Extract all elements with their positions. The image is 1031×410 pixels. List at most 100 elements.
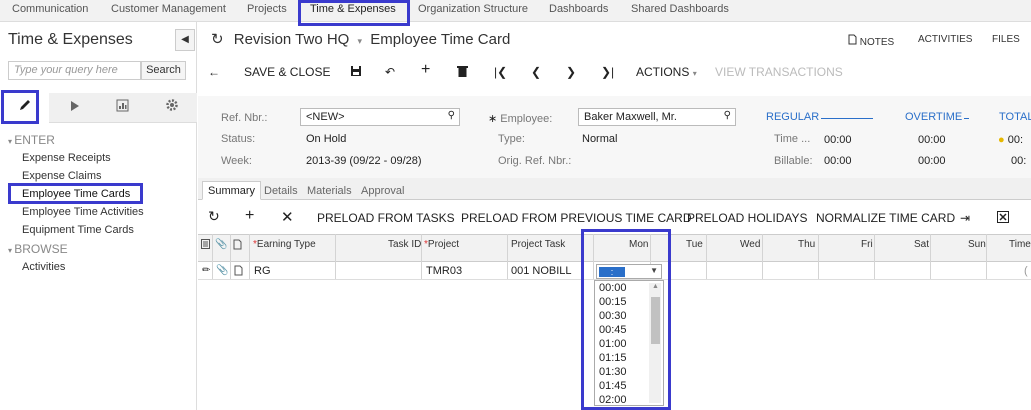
cell-time[interactable]: (: [1024, 265, 1028, 277]
tab-approval[interactable]: Approval: [355, 181, 410, 200]
activities-link[interactable]: ACTIVITIES: [918, 34, 972, 45]
ref-nbr-field[interactable]: <NEW> ⚲: [300, 108, 460, 126]
nav-tab-organization-structure[interactable]: Organization Structure: [418, 3, 528, 15]
col-fri[interactable]: Fri: [861, 239, 873, 250]
add-icon[interactable]: +: [421, 61, 430, 79]
overtime-time-value: 00:00: [918, 134, 946, 146]
delete-icon[interactable]: [457, 65, 468, 80]
actions-menu[interactable]: ACTIONS ▾: [636, 65, 697, 79]
first-record-icon[interactable]: |❮: [494, 65, 507, 79]
col-sat[interactable]: Sat: [914, 239, 929, 250]
form-header: Ref. Nbr.: <NEW> ⚲ Status: On Hold Week:…: [198, 96, 1031, 178]
highlight-box-time-expenses-tab: [298, 0, 410, 26]
sidebar: Time & Expenses ◀ Type your query here S…: [0, 22, 197, 410]
chevron-down-icon[interactable]: ▾: [358, 36, 363, 46]
highlight-box-edit-tab: [1, 90, 39, 124]
preload-from-tasks-button[interactable]: PRELOAD FROM TASKS: [317, 211, 455, 225]
sidebar-search-button[interactable]: Search: [141, 61, 186, 80]
col-wed[interactable]: Wed: [740, 239, 760, 250]
search-icon[interactable]: ⚲: [724, 110, 731, 121]
sidebar-title: Time & Expenses: [8, 31, 133, 48]
col-project-task[interactable]: Project Task: [511, 239, 565, 250]
search-icon[interactable]: ⚲: [448, 110, 455, 121]
ref-nbr-label: Ref. Nbr.:: [221, 112, 268, 124]
cell-earning-type[interactable]: RG: [254, 265, 271, 277]
week-label: Week:: [221, 155, 252, 167]
warning-icon: ●: [998, 134, 1005, 146]
normalize-time-card-button[interactable]: NORMALIZE TIME CARD: [816, 211, 955, 225]
last-record-icon[interactable]: ❯|: [601, 65, 614, 79]
status-value: On Hold: [306, 133, 347, 145]
total-time-value: ● 00:: [998, 134, 1024, 146]
fit-columns-icon[interactable]: ⇥: [960, 211, 970, 225]
add-row-icon[interactable]: +: [245, 207, 254, 225]
total-heading: TOTAL: [999, 111, 1031, 123]
collapse-sidebar-icon[interactable]: ◀: [175, 29, 195, 51]
regular-heading-rule: [821, 118, 873, 119]
gear-icon[interactable]: [147, 93, 196, 123]
preload-holidays-button[interactable]: PRELOAD HOLIDAYS: [687, 211, 807, 225]
tab-materials[interactable]: Materials: [301, 181, 358, 200]
overtime-heading-rule: [964, 118, 969, 119]
refresh-grid-icon[interactable]: ↻: [208, 208, 220, 225]
total-billable-value: 00:: [1011, 155, 1027, 167]
delete-row-icon[interactable]: ✕: [281, 208, 294, 226]
form-tabs: Summary Details Materials Approval: [198, 178, 1031, 200]
regular-heading: REGULAR: [766, 111, 820, 123]
save-icon[interactable]: [350, 65, 362, 80]
overtime-billable-value: 00:00: [918, 155, 946, 167]
files-link[interactable]: FILES: [992, 34, 1020, 45]
orig-ref-nbr-label: Orig. Ref. Nbr.:: [498, 155, 572, 167]
type-label: Type:: [498, 133, 525, 145]
col-earning-type[interactable]: *Earning Type: [253, 239, 316, 250]
next-record-icon[interactable]: ❯: [566, 65, 576, 79]
nav-tab-projects[interactable]: Projects: [247, 3, 287, 15]
save-close-button[interactable]: SAVE & CLOSE: [244, 65, 330, 79]
nav-tab-communication[interactable]: Communication: [12, 3, 88, 15]
nav-tab-dashboards[interactable]: Dashboards: [549, 3, 608, 15]
export-excel-icon[interactable]: [997, 211, 1009, 226]
cell-project[interactable]: TMR03: [426, 265, 462, 277]
nav-tab-customer-management[interactable]: Customer Management: [111, 3, 226, 15]
billable-label: Billable:: [774, 155, 813, 167]
preload-from-previous-button[interactable]: PRELOAD FROM PREVIOUS TIME CARD: [461, 211, 691, 225]
company-selector[interactable]: Revision Two HQ: [234, 31, 350, 48]
time-label: Time ...: [774, 133, 811, 145]
row-attachment-icon[interactable]: 📎: [216, 265, 228, 276]
notes-link[interactable]: NOTES: [848, 34, 894, 48]
screen-title: Employee Time Card: [370, 31, 511, 48]
col-sun[interactable]: Sun: [968, 239, 986, 250]
nav-tab-shared-dashboards[interactable]: Shared Dashboards: [631, 3, 729, 15]
play-icon[interactable]: [49, 93, 98, 123]
week-value[interactable]: 2013-39 (09/22 - 09/28): [306, 155, 422, 167]
report-icon[interactable]: [98, 93, 147, 123]
tab-details[interactable]: Details: [258, 181, 304, 200]
col-tue[interactable]: Tue: [686, 239, 703, 250]
regular-time-value: 00:00: [824, 134, 852, 146]
sidebar-search-input[interactable]: Type your query here: [8, 61, 141, 80]
back-arrow-icon[interactable]: ←: [208, 65, 220, 79]
sidebar-item-activities[interactable]: Activities: [22, 261, 65, 273]
sidebar-item-equipment-time-cards[interactable]: Equipment Time Cards: [22, 224, 134, 236]
col-time[interactable]: Time: [1009, 239, 1031, 250]
col-task-id[interactable]: Task ID: [388, 239, 421, 250]
attachment-icon: 📎: [215, 239, 228, 250]
highlight-box-mon-dropdown: [581, 229, 671, 410]
tab-summary[interactable]: Summary: [202, 181, 262, 200]
col-thu[interactable]: Thu: [798, 239, 815, 250]
row-note-icon[interactable]: [234, 265, 243, 279]
view-transactions-button[interactable]: VIEW TRANSACTIONS: [715, 65, 843, 79]
type-value: Normal: [582, 133, 618, 145]
undo-icon[interactable]: ↶: [385, 65, 395, 79]
browse-section-header: ▾ BROWSE: [8, 242, 68, 256]
sidebar-item-employee-time-activities[interactable]: Employee Time Activities: [22, 206, 144, 218]
previous-record-icon[interactable]: ❮: [531, 65, 541, 79]
employee-field[interactable]: Baker Maxwell, Mr. ⚲: [578, 108, 736, 126]
refresh-icon[interactable]: ↻: [211, 31, 224, 48]
top-navigation: Communication Customer Management Projec…: [0, 0, 1031, 22]
sidebar-item-expense-claims[interactable]: Expense Claims: [22, 170, 101, 182]
sidebar-item-expense-receipts[interactable]: Expense Receipts: [22, 152, 111, 164]
cell-project-task[interactable]: 001 NOBILL: [511, 265, 572, 277]
edit-row-icon[interactable]: ✏: [202, 265, 210, 276]
col-project[interactable]: *Project: [424, 239, 459, 250]
